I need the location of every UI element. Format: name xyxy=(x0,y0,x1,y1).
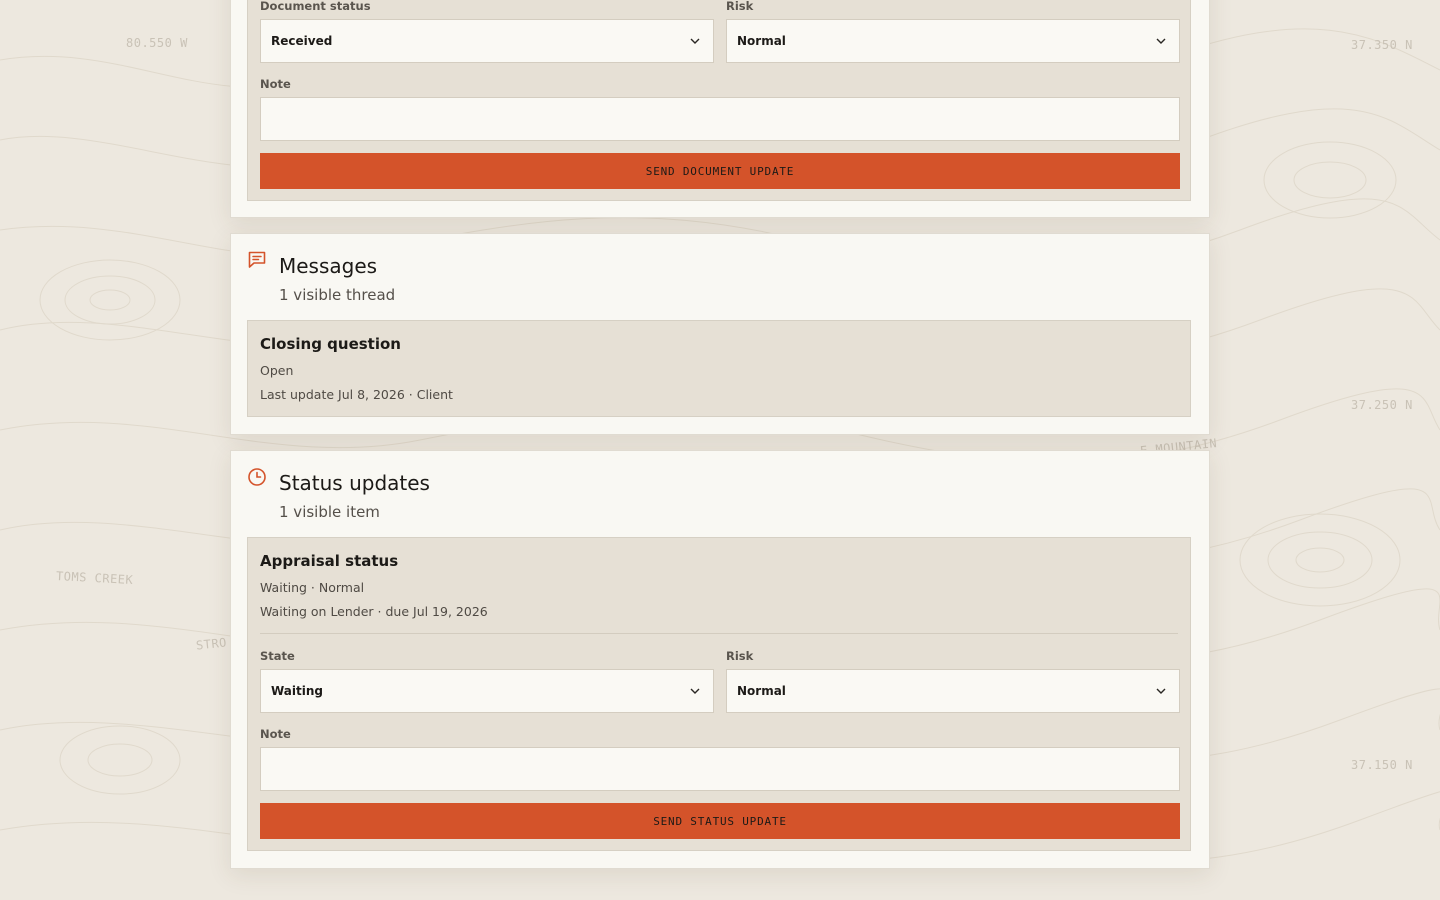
document-risk-value: Normal xyxy=(737,34,786,48)
state-select[interactable]: Waiting xyxy=(260,669,714,713)
chevron-down-icon xyxy=(1156,38,1166,44)
message-thread[interactable]: Closing question Open Last update Jul 8,… xyxy=(247,320,1191,417)
document-note-field[interactable] xyxy=(260,97,1180,141)
messages-count: 1 visible thread xyxy=(279,286,396,304)
document-note-label: Note xyxy=(260,77,291,91)
document-status-select[interactable]: Received xyxy=(260,19,714,63)
map-latitude-label-2: 37.250 N xyxy=(1351,398,1413,412)
state-label: State xyxy=(260,649,295,663)
clock-icon xyxy=(248,468,266,486)
chat-bubble-icon xyxy=(248,251,266,268)
chevron-down-icon xyxy=(1156,688,1166,694)
status-updates-title: Status updates xyxy=(279,471,430,495)
document-update-card: Document status Risk Received Normal Not… xyxy=(230,0,1210,218)
status-item-summary: Waiting · Normal xyxy=(260,580,365,595)
status-risk-label: Risk xyxy=(726,649,754,663)
messages-card: Messages 1 visible thread Closing questi… xyxy=(230,233,1210,435)
status-risk-value: Normal xyxy=(737,684,786,698)
document-status-label: Document status xyxy=(260,0,371,13)
chevron-down-icon xyxy=(690,688,700,694)
chevron-down-icon xyxy=(690,38,700,44)
status-updates-count: 1 visible item xyxy=(279,503,380,521)
thread-title: Closing question xyxy=(260,335,401,353)
map-latitude-label-1: 37.350 N xyxy=(1351,38,1413,52)
status-note-label: Note xyxy=(260,727,291,741)
status-note-field[interactable] xyxy=(260,747,1180,791)
status-updates-card: Status updates 1 visible item Appraisal … xyxy=(230,450,1210,869)
messages-header: Messages 1 visible thread xyxy=(247,250,1193,320)
document-status-value: Received xyxy=(271,34,333,48)
send-status-update-button[interactable]: SEND STATUS UPDATE xyxy=(260,803,1180,839)
state-value: Waiting xyxy=(271,684,324,698)
messages-title: Messages xyxy=(279,254,378,278)
thread-last-update: Last update Jul 8, 2026 · Client xyxy=(260,387,453,402)
document-risk-select[interactable]: Normal xyxy=(726,19,1180,63)
map-longitude-label: 80.550 W xyxy=(126,36,188,50)
status-item-meta: Waiting on Lender · due Jul 19, 2026 xyxy=(260,604,488,619)
document-update-panel: Document status Risk Received Normal Not… xyxy=(247,0,1191,201)
status-item-title: Appraisal status xyxy=(260,552,399,570)
document-risk-label: Risk xyxy=(726,0,754,13)
send-document-update-button[interactable]: SEND DOCUMENT UPDATE xyxy=(260,153,1180,189)
status-item-divider xyxy=(260,633,1178,634)
status-item: Appraisal status Waiting · Normal Waitin… xyxy=(247,537,1191,851)
status-risk-select[interactable]: Normal xyxy=(726,669,1180,713)
map-latitude-label-3: 37.150 N xyxy=(1351,758,1413,772)
thread-status: Open xyxy=(260,363,294,378)
status-updates-header: Status updates 1 visible item xyxy=(247,467,1193,537)
